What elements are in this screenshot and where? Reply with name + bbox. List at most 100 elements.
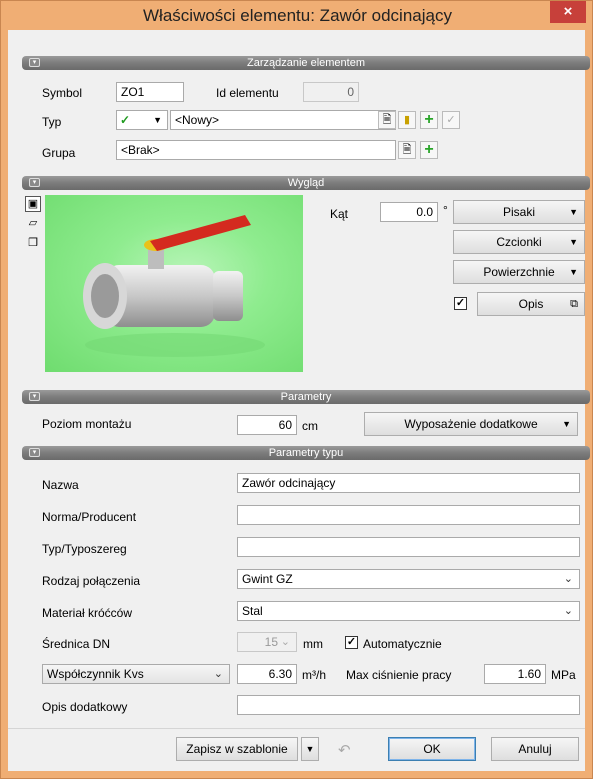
mount-level-label: Poziom montażu bbox=[42, 417, 132, 431]
chevron-down-icon: ▼ bbox=[305, 744, 315, 754]
section-header-management[interactable]: ▾ Zarządzanie elementem bbox=[22, 56, 590, 70]
dn-unit: mm bbox=[303, 637, 323, 651]
symbol-label: Symbol bbox=[42, 86, 83, 100]
connection-label: Rodzaj połączenia bbox=[42, 574, 141, 588]
dn-select: 15 ⌄ bbox=[237, 632, 297, 652]
type-field[interactable]: <Nowy> bbox=[170, 110, 396, 130]
open-dialog-icon: ⧉ bbox=[570, 298, 578, 310]
mount-level-input[interactable]: 60 bbox=[237, 415, 297, 435]
add-group-icon[interactable]: + bbox=[420, 141, 438, 159]
coefficient-unit: m³/h bbox=[302, 668, 326, 682]
section-title: Parametry bbox=[280, 391, 332, 403]
chevron-down-icon: ⌄ bbox=[563, 573, 573, 585]
name-label: Nazwa bbox=[42, 478, 79, 492]
element-id-field: 0 bbox=[303, 82, 359, 102]
confirm-type-icon[interactable]: ✓ bbox=[442, 111, 460, 129]
series-input[interactable] bbox=[237, 537, 580, 557]
type-status-dropdown[interactable]: ✓ ▼ bbox=[116, 110, 168, 130]
auto-label: Automatycznie bbox=[363, 637, 442, 651]
dialog-footer: Zapisz w szablonie ▼ ↶ OK Anuluj bbox=[8, 728, 585, 771]
valve-illustration bbox=[83, 215, 265, 357]
angle-label: Kąt bbox=[330, 207, 349, 221]
collapse-icon[interactable]: ▾ bbox=[29, 58, 40, 67]
type-list-icon[interactable]: 🗎 bbox=[378, 111, 396, 129]
max-pressure-unit: MPa bbox=[551, 668, 576, 682]
save-template-button[interactable]: Zapisz w szablonie bbox=[176, 737, 298, 761]
extra-equipment-button[interactable]: Wyposażenie dodatkowe ▼ bbox=[364, 412, 578, 436]
chevron-down-icon: ▼ bbox=[153, 115, 162, 125]
description-checkbox[interactable]: ✓ bbox=[454, 297, 467, 310]
save-template-dropdown[interactable]: ▼ bbox=[301, 737, 319, 761]
ok-label: OK bbox=[423, 742, 441, 756]
max-pressure-input[interactable]: 1.60 bbox=[484, 664, 546, 684]
title-bar[interactable]: Właściwości elementu: Zawór odcinający × bbox=[1, 1, 593, 31]
mount-level-unit: cm bbox=[302, 419, 318, 433]
auto-checkbox[interactable]: ✓ bbox=[345, 636, 358, 649]
type-label: Typ bbox=[42, 115, 62, 129]
symbol-input[interactable]: ZO1 bbox=[116, 82, 184, 102]
connection-value: Gwint GZ bbox=[242, 572, 293, 586]
section-header-type-parameters[interactable]: ▾ Parametry typu bbox=[22, 446, 590, 460]
material-select[interactable]: Stal ⌄ bbox=[237, 601, 580, 621]
coefficient-select-value: Współczynnik Kvs bbox=[47, 667, 144, 681]
pens-button[interactable]: Pisaki ▼ bbox=[453, 200, 585, 224]
description-button[interactable]: Opis ⧉ bbox=[477, 292, 585, 316]
dn-value: 15 bbox=[264, 635, 278, 649]
view-iso-icon[interactable]: ❒ bbox=[25, 236, 41, 252]
material-label: Materiał króćców bbox=[42, 606, 133, 620]
dn-label: Średnica DN bbox=[42, 637, 111, 651]
view-top-icon[interactable]: ▱ bbox=[25, 216, 41, 232]
surfaces-label: Powierzchnie bbox=[483, 265, 555, 279]
dialog-client-area: ▾ Zarządzanie elementem Symbol ZO1 Id el… bbox=[8, 30, 590, 771]
close-button[interactable]: × bbox=[550, 1, 586, 23]
surfaces-button[interactable]: Powierzchnie ▼ bbox=[453, 260, 585, 284]
group-label: Grupa bbox=[42, 146, 76, 160]
fonts-button[interactable]: Czcionki ▼ bbox=[453, 230, 585, 254]
undo-icon: ↶ bbox=[338, 742, 351, 759]
collapse-icon[interactable]: ▾ bbox=[29, 448, 40, 457]
chevron-down-icon: ⌄ bbox=[213, 668, 223, 680]
extra-desc-input[interactable] bbox=[237, 695, 580, 715]
section-header-parameters[interactable]: ▾ Parametry bbox=[22, 390, 590, 404]
extra-desc-label: Opis dodatkowy bbox=[42, 700, 128, 714]
pens-label: Pisaki bbox=[502, 205, 535, 219]
bookmark-icon[interactable]: ▮ bbox=[398, 111, 416, 129]
checkmark-icon: ✓ bbox=[120, 113, 131, 127]
coefficient-select[interactable]: Współczynnik Kvs ⌄ bbox=[42, 664, 230, 684]
section-title: Wygląd bbox=[287, 177, 325, 189]
add-type-icon[interactable]: + bbox=[420, 111, 438, 129]
cancel-button[interactable]: Anuluj bbox=[491, 737, 579, 761]
angle-input[interactable]: 0.0 bbox=[380, 202, 438, 222]
extra-equipment-label: Wyposażenie dodatkowe bbox=[404, 417, 538, 431]
group-field[interactable]: <Brak> bbox=[116, 140, 396, 160]
norm-input[interactable] bbox=[237, 505, 580, 525]
view-3d-icon[interactable]: ▣ bbox=[25, 196, 41, 212]
dropdown-arrow-icon: ▼ bbox=[569, 267, 578, 277]
cancel-label: Anuluj bbox=[518, 742, 552, 756]
dropdown-arrow-icon: ▼ bbox=[569, 237, 578, 247]
element-id-label: Id elementu bbox=[216, 86, 279, 100]
description-label: Opis bbox=[518, 297, 544, 311]
name-input[interactable]: Zawór odcinający bbox=[237, 473, 580, 493]
norm-label: Norma/Producent bbox=[42, 510, 137, 524]
group-list-icon[interactable]: 🗎 bbox=[398, 141, 416, 159]
collapse-icon[interactable]: ▾ bbox=[29, 392, 40, 401]
chevron-down-icon: ⌄ bbox=[280, 636, 290, 648]
save-template-label: Zapisz w szablonie bbox=[186, 742, 288, 756]
element-preview-image bbox=[45, 195, 303, 372]
chevron-down-icon: ⌄ bbox=[563, 605, 573, 617]
dropdown-arrow-icon: ▼ bbox=[562, 419, 571, 429]
series-label: Typ/Typoszereg bbox=[42, 542, 127, 556]
ok-button[interactable]: OK bbox=[388, 737, 476, 761]
section-header-appearance[interactable]: ▾ Wygląd bbox=[22, 176, 590, 190]
fonts-label: Czcionki bbox=[496, 235, 542, 249]
window-title: Właściwości elementu: Zawór odcinający bbox=[143, 6, 452, 25]
connection-select[interactable]: Gwint GZ ⌄ bbox=[237, 569, 580, 589]
angle-unit: ° bbox=[443, 203, 448, 217]
close-icon: × bbox=[563, 3, 573, 20]
section-title: Zarządzanie elementem bbox=[246, 57, 365, 69]
dropdown-arrow-icon: ▼ bbox=[569, 207, 578, 217]
section-title: Parametry typu bbox=[268, 447, 344, 459]
collapse-icon[interactable]: ▾ bbox=[29, 178, 40, 187]
coefficient-input[interactable]: 6.30 bbox=[237, 664, 297, 684]
